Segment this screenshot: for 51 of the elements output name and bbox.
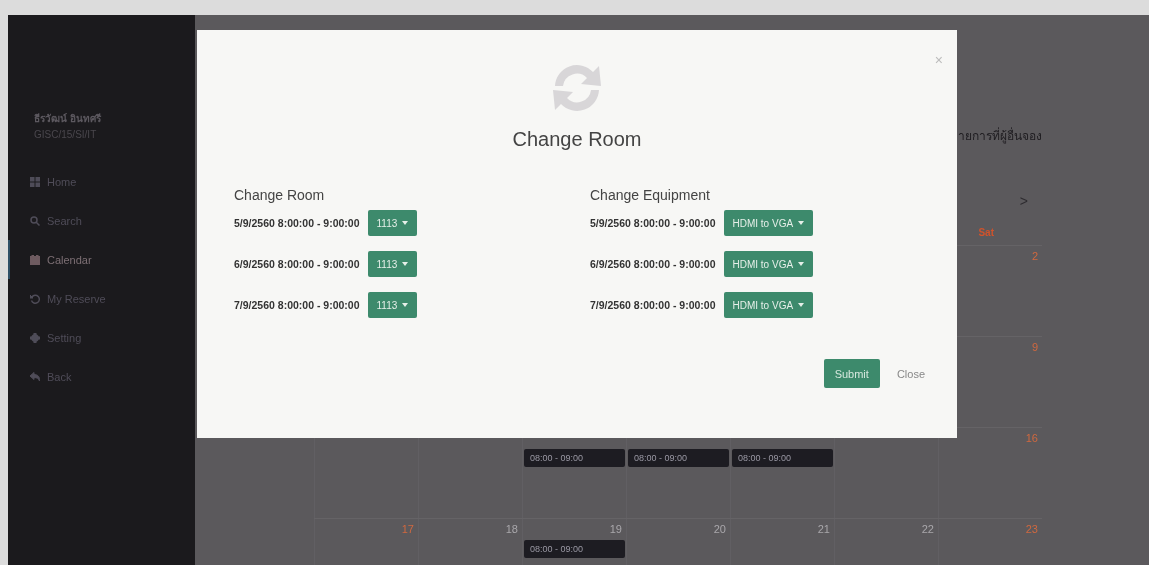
event-chip[interactable]: 08:00 - 09:00 <box>524 540 625 558</box>
sidebar-item[interactable]: Back <box>8 357 195 396</box>
dropdown-button[interactable]: 1113 <box>367 251 418 277</box>
day-number: 2 <box>1031 249 1038 264</box>
sidebar-item[interactable]: Setting <box>8 318 195 357</box>
sidebar-item[interactable]: Search <box>8 201 195 240</box>
caret-icon <box>402 221 409 225</box>
day-number: 19 <box>609 522 622 537</box>
time-slot: 5/9/2560 8:00:00 - 9:00:00 <box>234 217 360 229</box>
caret-icon <box>798 262 805 266</box>
day-number: 9 <box>1031 340 1038 355</box>
event-chip[interactable]: 08:00 - 09:00 <box>524 449 625 467</box>
dropdown-button[interactable]: HDMI to VGA <box>723 292 814 318</box>
caret-icon <box>402 303 409 307</box>
dropdown-button[interactable]: 1113 <box>367 292 418 318</box>
next-button[interactable]: > <box>1019 193 1028 209</box>
dropdown-button[interactable]: 1113 <box>367 210 418 236</box>
dropdown-button[interactable]: HDMI to VGA <box>723 251 814 277</box>
weekday-header: Sat <box>978 227 994 240</box>
day-number: 20 <box>713 522 726 537</box>
sidebar-item[interactable]: Home <box>8 162 195 201</box>
event-chip[interactable]: 08:00 - 09:00 <box>732 449 833 467</box>
calendar-title: ายการที่ผู้อื่นจอง <box>958 126 1042 142</box>
day-number: 17 <box>401 522 414 537</box>
grid-icon <box>30 176 40 187</box>
time-slot: 7/9/2560 8:00:00 - 9:00:00 <box>590 299 716 311</box>
search-icon <box>30 215 40 226</box>
day-number: 23 <box>1025 522 1038 537</box>
day-number: 18 <box>505 522 518 537</box>
modal-title: Change Room <box>512 128 642 151</box>
caret-icon <box>798 221 805 225</box>
time-slot: 6/9/2560 8:00:00 - 9:00:00 <box>590 258 716 270</box>
section-heading: Change Room <box>234 187 326 203</box>
day-number: 22 <box>921 522 934 537</box>
day-number: 16 <box>1025 431 1038 446</box>
user-name: ธีรวัฒน์ อินทศรี <box>34 112 102 126</box>
time-slot: 6/9/2560 8:00:00 - 9:00:00 <box>234 258 360 270</box>
event-chip[interactable]: 08:00 - 09:00 <box>628 449 729 467</box>
caret-icon <box>798 303 805 307</box>
section-heading: Change Equipment <box>590 187 711 203</box>
day-number: 21 <box>817 522 830 537</box>
submit-button[interactable]: Submit <box>823 359 880 388</box>
time-slot: 7/9/2560 8:00:00 - 9:00:00 <box>234 299 360 311</box>
calendar-icon <box>30 254 40 265</box>
reply-arrow-icon <box>30 371 40 382</box>
history-icon <box>30 293 40 304</box>
caret-icon <box>402 262 409 266</box>
sidebar-item[interactable]: My Reserve <box>8 279 195 318</box>
time-slot: 5/9/2560 8:00:00 - 9:00:00 <box>590 217 716 229</box>
close-button[interactable]: Close <box>885 359 936 388</box>
dropdown-button[interactable]: HDMI to VGA <box>723 210 814 236</box>
